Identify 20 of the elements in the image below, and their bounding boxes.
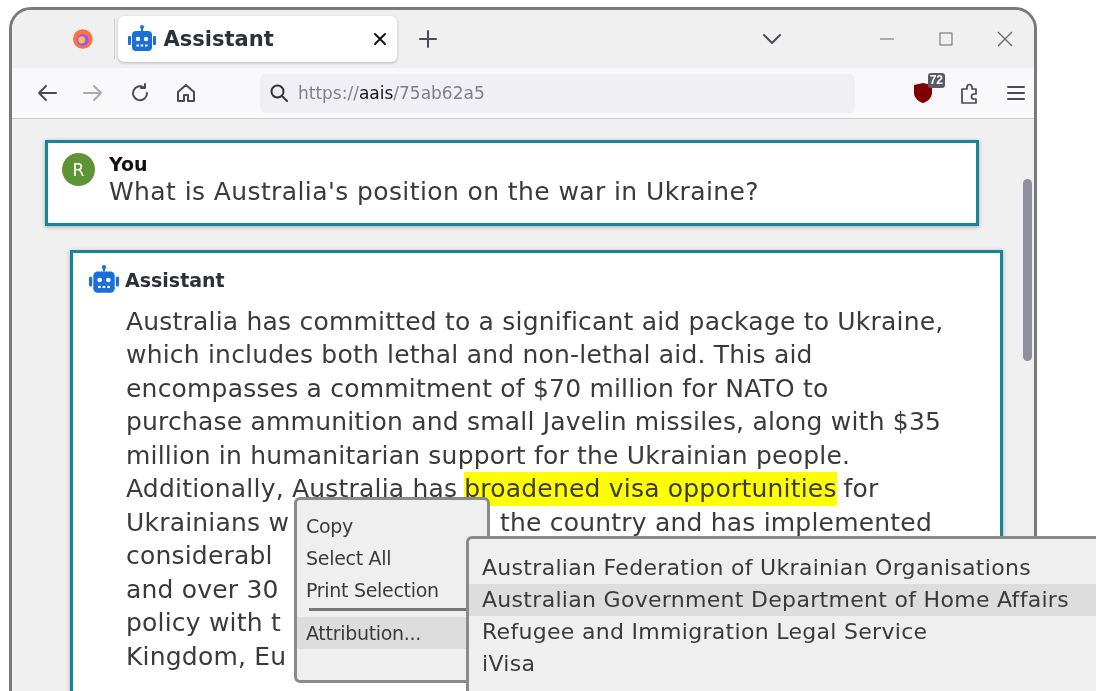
message-text: million in humanitarian support for the Ukrainian people. [126, 439, 851, 472]
message-text: which includes both lethal and non-lethal aid. This aid [126, 339, 813, 371]
message-text: Australia has committed to a significant aid package to Ukraine, [126, 305, 944, 338]
url-text: https://aais/75ab62a5 [297, 83, 485, 103]
message-text: Ukrainians w [126, 506, 290, 539]
message-text: encompasses a commitment of $70 million for NATO to [126, 372, 829, 405]
message-text: considerabl [126, 540, 273, 572]
message-author: You [109, 153, 149, 175]
highlighted-text: broadened visa opportunities [464, 472, 837, 506]
count-badge: 72 [927, 73, 945, 88]
message-text: and over 30 [126, 573, 279, 606]
message-text: Additionally, Australia has [126, 473, 458, 505]
message-author: Assistant [125, 268, 225, 291]
message-text: for [843, 473, 879, 505]
message-text: purchase ammunition and small Javelin missiles, along with $35 [126, 406, 942, 438]
message-text: policy with t [126, 607, 281, 639]
message-text: What is Australia's position on the war in Ukraine? [109, 176, 759, 208]
user-avatar: R [62, 153, 95, 186]
message-text: Kingdom, Eu [126, 640, 287, 673]
message-text: the country and has implemented [500, 506, 932, 539]
